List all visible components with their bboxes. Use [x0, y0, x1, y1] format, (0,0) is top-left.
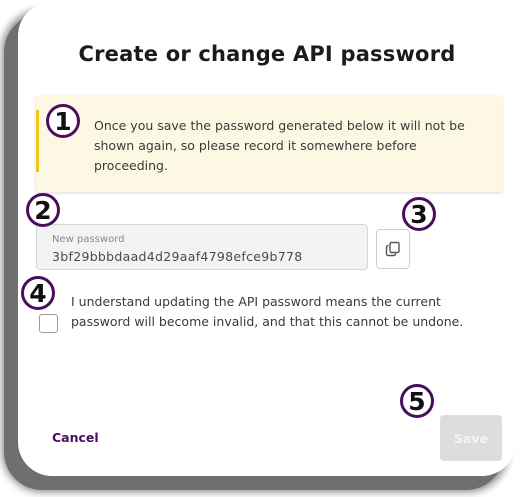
callout-2: 2: [26, 193, 60, 227]
api-password-dialog: Create or change API password Once you s…: [18, 2, 516, 476]
warning-notice: Once you save the password generated bel…: [36, 96, 502, 192]
cancel-button[interactable]: Cancel: [52, 430, 99, 445]
callout-4: 4: [21, 276, 55, 310]
new-password-field[interactable]: New password 3bf29bbbdaad4d29aaf4798efce…: [36, 224, 368, 270]
callout-1: 1: [46, 104, 80, 138]
save-button[interactable]: Save: [440, 415, 502, 461]
notice-accent-bar: [36, 110, 39, 172]
copy-icon: [385, 241, 400, 257]
new-password-label: New password: [52, 234, 125, 245]
acknowledge-label: I understand updating the API password m…: [71, 294, 464, 329]
callout-5: 5: [400, 384, 434, 418]
acknowledge-checkbox[interactable]: [39, 314, 58, 333]
new-password-value[interactable]: 3bf29bbbdaad4d29aaf4798efce9b778: [52, 249, 303, 264]
screenshot-stage: Create or change API password Once you s…: [0, 0, 521, 497]
copy-password-button[interactable]: [376, 229, 410, 269]
dialog-title: Create or change API password: [78, 42, 456, 66]
callout-3: 3: [402, 197, 436, 231]
notice-text: Once you save the password generated bel…: [94, 118, 465, 173]
